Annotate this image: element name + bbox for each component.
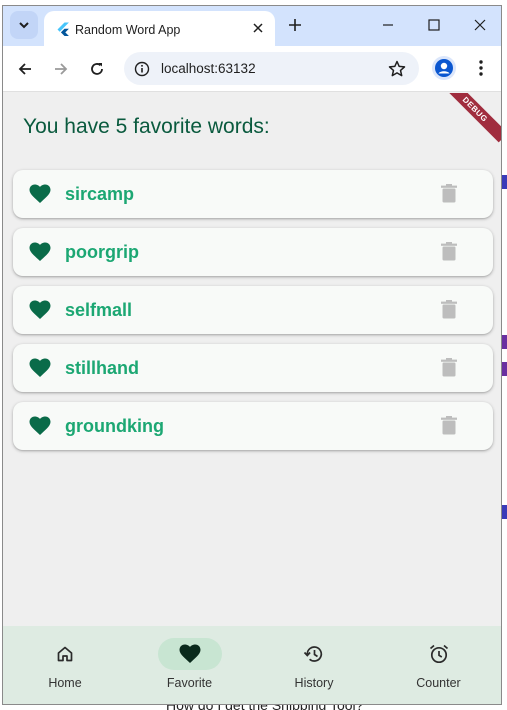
browser-tab[interactable]: Random Word App [44, 11, 275, 46]
favorite-word: groundking [65, 416, 164, 436]
maximize-icon [428, 19, 440, 31]
favorite-card[interactable]: stillhand [13, 344, 493, 392]
delete-icon[interactable] [441, 358, 457, 377]
address-bar[interactable]: localhost:63132 [124, 52, 419, 85]
background-link-mark [502, 362, 507, 376]
avatar-icon [435, 59, 453, 77]
forward-button[interactable] [47, 55, 75, 83]
site-info-icon[interactable] [134, 61, 150, 77]
title-bar: Random Word App [3, 6, 501, 46]
chevron-down-icon [19, 22, 29, 29]
browser-toolbar: localhost:63132 [3, 46, 501, 92]
heart-icon [29, 300, 51, 320]
profile-button[interactable] [432, 56, 456, 80]
back-button[interactable] [11, 55, 39, 83]
nav-item-label: Favorite [166, 676, 213, 690]
arrow-left-icon [18, 63, 31, 75]
browser-menu-button[interactable] [469, 56, 493, 80]
reload-button[interactable] [83, 55, 111, 83]
favorite-word: sircamp [65, 184, 135, 204]
window-close-button[interactable] [465, 12, 495, 38]
app-viewport: DEBUG You have 5 favorite words: sircamp… [3, 93, 501, 704]
delete-icon[interactable] [441, 184, 457, 203]
favorite-word: selfmall [65, 300, 133, 320]
new-tab-button[interactable] [284, 14, 306, 36]
nav-item-label: Home [48, 676, 82, 690]
maximize-button[interactable] [419, 12, 449, 38]
minimize-icon [383, 24, 393, 26]
browser-window: Random Word App localhost:63132 DEBUG Yo… [2, 5, 502, 705]
page-title: You have 5 favorite words: [23, 115, 270, 138]
tab-title: Random Word App [75, 23, 181, 37]
nav-item-favorite[interactable]: Favorite [128, 626, 252, 704]
favorite-card[interactable]: sircamp [13, 170, 493, 218]
heart-icon [29, 184, 51, 204]
heart-icon [29, 416, 51, 436]
nav-item-counter[interactable]: Counter [377, 626, 501, 704]
background-link-mark [502, 175, 507, 189]
alarm-icon [407, 638, 471, 670]
favorite-word: stillhand [65, 358, 140, 378]
background-link-mark [502, 335, 507, 349]
history-icon [282, 638, 346, 670]
favorite-card[interactable]: selfmall [13, 286, 493, 334]
plus-icon [289, 19, 301, 31]
tab-close-button[interactable] [249, 19, 267, 37]
arrow-right-icon [55, 63, 68, 75]
star-icon[interactable] [387, 59, 407, 79]
close-icon [474, 19, 486, 31]
delete-icon[interactable] [441, 300, 457, 319]
close-icon [253, 23, 263, 33]
debug-banner: DEBUG [442, 93, 501, 143]
minimize-button[interactable] [373, 12, 403, 38]
favorites-list: sircamp poorgrip selfmall stillhand groundki… [13, 170, 493, 460]
nav-item-history[interactable]: History [252, 626, 376, 704]
heart-icon [29, 242, 51, 262]
nav-item-label: Counter [416, 676, 461, 690]
debug-banner-label: DEBUG [460, 95, 490, 124]
favorite-card[interactable]: poorgrip [13, 228, 493, 276]
url-text[interactable]: localhost:63132 [161, 61, 256, 76]
delete-icon[interactable] [441, 416, 457, 435]
heart-icon [29, 358, 51, 378]
nav-item-home[interactable]: Home [3, 626, 127, 704]
delete-icon[interactable] [441, 242, 457, 261]
reload-icon [91, 63, 103, 75]
more-vert-icon [479, 60, 483, 76]
home-icon [33, 638, 97, 670]
heart-icon [157, 638, 222, 670]
bottom-navigation-bar: Home Favorite History Counter [3, 626, 501, 704]
nav-item-label: History [294, 676, 334, 690]
flutter-icon [57, 22, 69, 36]
tab-search-button[interactable] [10, 11, 38, 39]
favorite-card[interactable]: groundking [13, 402, 493, 450]
background-link-mark [502, 505, 507, 519]
favorite-word: poorgrip [65, 242, 139, 262]
